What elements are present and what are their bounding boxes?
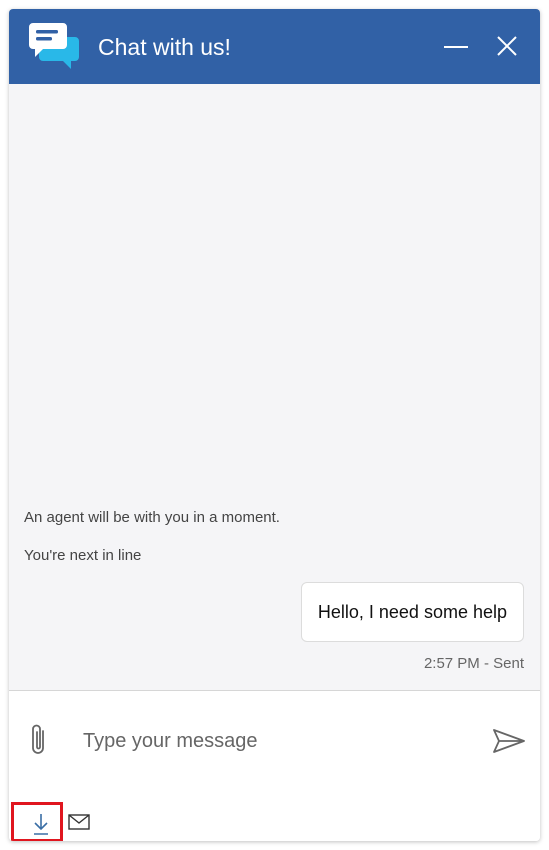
download-highlight xyxy=(11,802,63,841)
outgoing-message-bubble: Hello, I need some help xyxy=(300,582,524,642)
send-icon xyxy=(493,729,525,753)
attach-button[interactable] xyxy=(25,723,51,759)
composer xyxy=(9,690,540,841)
system-message: An agent will be with you in a moment. xyxy=(24,509,280,526)
chat-bubbles-icon xyxy=(29,23,79,69)
system-message: You're next in line xyxy=(24,547,142,564)
close-icon xyxy=(497,36,517,56)
chat-title: Chat with us! xyxy=(98,34,231,60)
outgoing-message-text: Hello, I need some help xyxy=(317,601,507,622)
chat-header: Chat with us! xyxy=(9,9,540,84)
chat-widget: Chat with us! An agent will be with you … xyxy=(9,9,540,841)
message-timestamp-status: 2:57 PM - Sent xyxy=(423,655,524,672)
email-transcript-button[interactable] xyxy=(68,814,90,830)
send-button[interactable] xyxy=(492,727,526,755)
email-transcript-icon xyxy=(68,814,90,830)
minimize-button[interactable] xyxy=(439,31,473,61)
close-button[interactable] xyxy=(492,31,522,61)
download-transcript-icon xyxy=(34,814,48,835)
message-list[interactable]: An agent will be with you in a moment. Y… xyxy=(9,84,540,690)
download-transcript-button[interactable] xyxy=(31,812,51,836)
paperclip-icon xyxy=(32,724,44,754)
message-input[interactable] xyxy=(71,721,495,761)
